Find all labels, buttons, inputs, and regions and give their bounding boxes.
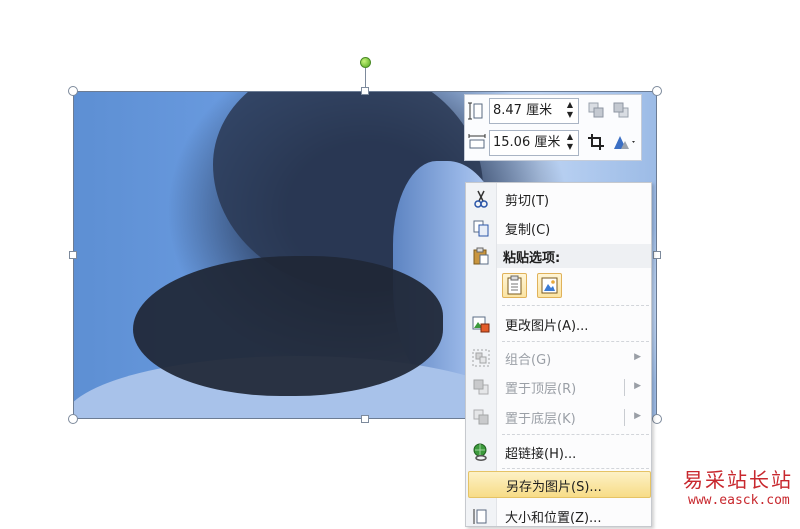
menu-item-change-picture[interactable]: 更改图片(A)... <box>468 311 651 337</box>
menu-item-label: 置于顶层(R) <box>505 382 577 397</box>
watermark-url: www.easck.com <box>688 493 790 508</box>
menu-item-size-position[interactable]: 大小和位置(Z)... <box>468 503 651 529</box>
group-icon <box>472 349 490 367</box>
submenu-arrow-icon: ▶ <box>634 352 641 362</box>
size-mini-toolbar: 8.47 厘米 ▲ ▼ 15.06 厘米 ▲ ▼ <box>464 94 642 161</box>
copy-icon <box>472 219 490 237</box>
crop-icon[interactable] <box>587 133 605 151</box>
menu-item-group[interactable]: 组合(G) ▶ <box>468 345 651 371</box>
change-picture-icon <box>472 315 490 333</box>
menu-item-cut[interactable]: 剪切(T) <box>468 186 651 212</box>
bring-forward-icon[interactable] <box>587 101 605 119</box>
spinner-up-icon[interactable]: ▲ <box>565 100 575 110</box>
submenu-arrow-icon: ▶ <box>634 411 641 421</box>
resize-handle-bottom-right[interactable] <box>652 414 662 424</box>
resize-handle-right[interactable] <box>653 251 661 259</box>
resize-handle-top-right[interactable] <box>652 86 662 96</box>
resize-handle-left[interactable] <box>69 251 77 259</box>
menu-item-label: 复制(C) <box>505 223 551 238</box>
paste-options-label: 粘贴选项: <box>503 251 561 266</box>
clipboard-icon <box>472 247 490 265</box>
picture-scarf-region <box>133 256 443 396</box>
menu-item-label: 另存为图片(S)... <box>506 480 602 495</box>
menu-item-label: 超链接(H)... <box>505 447 577 462</box>
rotation-handle[interactable] <box>360 57 371 68</box>
menu-item-label: 置于底层(K) <box>505 412 576 427</box>
width-value: 15.06 厘米 <box>493 135 561 150</box>
paste-icon <box>507 275 522 295</box>
split-divider <box>624 409 625 426</box>
menu-separator <box>502 341 649 342</box>
paste-picture-icon <box>541 277 558 294</box>
shape-width-icon <box>467 133 487 153</box>
menu-separator <box>502 305 649 306</box>
watermark-logo-text: 易采站长站 <box>683 468 793 492</box>
spinner-down-icon[interactable]: ▼ <box>565 110 575 120</box>
hyperlink-icon <box>472 443 490 461</box>
menu-item-copy[interactable]: 复制(C) <box>468 215 651 241</box>
spinner-down-icon[interactable]: ▼ <box>565 142 575 152</box>
menu-item-label: 大小和位置(Z)... <box>505 511 602 526</box>
menu-item-bring-to-front[interactable]: 置于顶层(R) ▶ <box>468 374 651 400</box>
resize-handle-bottom-left[interactable] <box>68 414 78 424</box>
scissors-icon <box>472 190 490 208</box>
bring-to-front-icon <box>472 378 490 396</box>
menu-item-label: 剪切(T) <box>505 194 550 209</box>
height-spinner[interactable]: ▲ ▼ <box>565 100 575 120</box>
menu-item-label: 组合(G) <box>505 353 552 368</box>
menu-separator <box>502 434 649 435</box>
height-value: 8.47 厘米 <box>493 103 553 118</box>
paste-keep-format-button[interactable] <box>502 273 527 298</box>
split-divider <box>624 379 625 396</box>
menu-item-save-as-picture[interactable]: 另存为图片(S)... <box>468 471 651 498</box>
menu-item-hyperlink[interactable]: 超链接(H)... <box>468 439 651 465</box>
resize-handle-top-left[interactable] <box>68 86 78 96</box>
shape-height-icon <box>467 101 487 121</box>
context-menu: 剪切(T) 复制(C) 粘贴选项: 更改图片(A)... 组合(G) ▶ 置于顶… <box>465 182 652 527</box>
menu-item-send-to-back[interactable]: 置于底层(K) ▶ <box>468 404 651 430</box>
paste-as-picture-button[interactable] <box>537 273 562 298</box>
picture-styles-icon[interactable] <box>612 133 638 151</box>
size-position-icon <box>472 507 490 525</box>
width-spinner[interactable]: ▲ ▼ <box>565 132 575 152</box>
spinner-up-icon[interactable]: ▲ <box>565 132 575 142</box>
resize-handle-bottom[interactable] <box>361 415 369 423</box>
menu-separator <box>502 468 649 469</box>
submenu-arrow-icon: ▶ <box>634 381 641 391</box>
paste-options-header: 粘贴选项: <box>497 244 651 268</box>
send-backward-icon[interactable] <box>612 101 630 119</box>
menu-item-label: 更改图片(A)... <box>505 319 589 334</box>
resize-handle-top[interactable] <box>361 87 369 95</box>
send-to-back-icon <box>472 408 490 426</box>
